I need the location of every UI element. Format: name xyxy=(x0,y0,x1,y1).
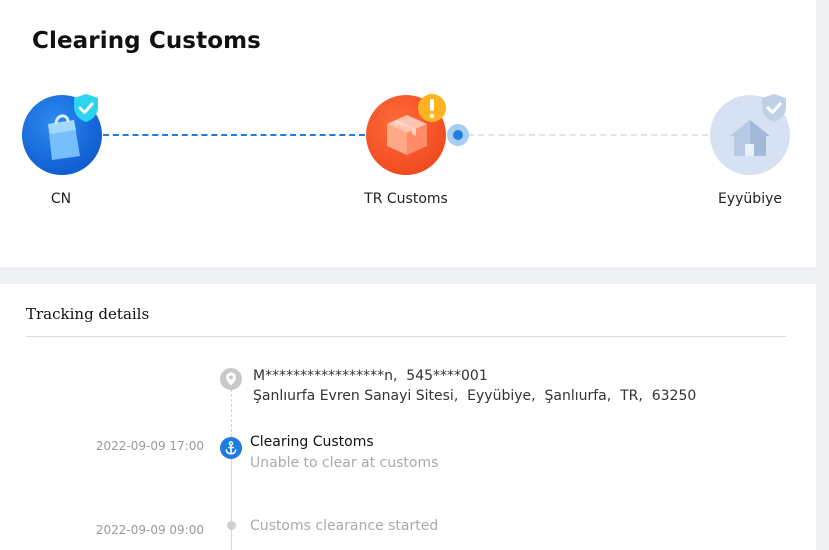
route-node-label: CN xyxy=(50,191,72,207)
event-time: 2022-09-09 09:00 xyxy=(95,523,204,537)
event-title: Customs clearance started xyxy=(250,518,439,534)
page-title: Clearing Customs xyxy=(32,28,261,54)
divider xyxy=(26,336,786,337)
route-connector-completed xyxy=(103,134,365,136)
progress-indicator xyxy=(447,124,469,146)
location-pin-icon xyxy=(220,368,242,390)
recipient-address: Şanlıurfa Evren Sanayi Sitesi, Eyyübiye,… xyxy=(253,388,697,404)
timeline-line xyxy=(231,458,232,550)
event-detail: Unable to clear at customs xyxy=(250,455,439,471)
status-card: Clearing Customs CN TR Customs Eyyübiye xyxy=(0,0,816,267)
timeline-line xyxy=(231,389,232,437)
event-title: Clearing Customs xyxy=(250,434,374,450)
route-node-label: TR Customs xyxy=(364,191,448,207)
anchor-icon xyxy=(220,437,242,459)
recipient-name-phone: M*****************n, 545****001 xyxy=(253,368,488,384)
route-connector-pending xyxy=(468,134,708,136)
check-shield-icon xyxy=(74,94,98,122)
timeline-dot xyxy=(227,521,236,530)
check-shield-icon xyxy=(762,94,786,122)
tracking-details-heading: Tracking details xyxy=(26,305,150,323)
route-node-label: Eyyübiye xyxy=(718,191,782,207)
event-time: 2022-09-09 17:00 xyxy=(95,439,204,453)
tracking-card xyxy=(0,284,816,550)
exclamation-icon xyxy=(418,94,446,122)
